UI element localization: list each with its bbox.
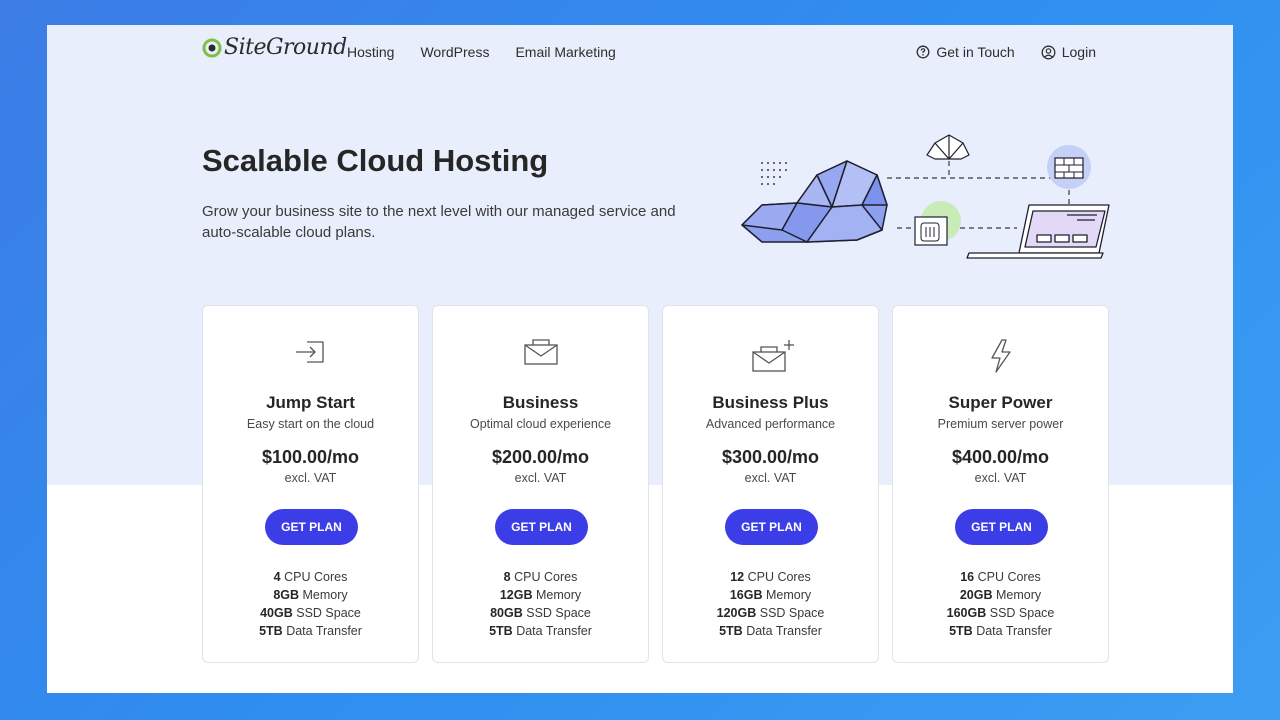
plan-tagline: Optimal cloud experience: [469, 417, 612, 431]
envelope-icon: [523, 339, 558, 365]
spec-ssd: 80GB SSD Space: [490, 606, 591, 620]
spec-transfer: 5TB Data Transfer: [719, 624, 822, 638]
firewall-icon: [1047, 145, 1091, 189]
spec-memory: 12GB Memory: [499, 588, 582, 602]
page: SiteGround Hosting WordPress Email Marke…: [47, 25, 1233, 693]
plan-card-icon-wrapper: [203, 338, 418, 372]
plan-card-business: Business Optimal cloud experience $200.0…: [432, 305, 649, 663]
plan-name: Super Power: [948, 393, 1053, 412]
plan-card-super-power: Super Power Premium server power $400.00…: [892, 305, 1109, 663]
siteground-logo[interactable]: SiteGround: [202, 35, 347, 60]
get-plan-button[interactable]: GET PLAN: [265, 509, 358, 545]
login-link[interactable]: Login: [1041, 44, 1096, 60]
user-icon: [1041, 45, 1056, 59]
small-cloud-icon: [926, 134, 970, 160]
plan-specs: 16 CPU Cores 20GB Memory 160GB SSD Space…: [893, 568, 1108, 640]
plan-tagline: Advanced performance: [705, 417, 836, 431]
plan-card-icon-wrapper: [893, 338, 1108, 373]
nav-link-wordpress[interactable]: WordPress: [420, 44, 489, 60]
spec-cpu: 12 CPU Cores: [730, 570, 811, 584]
hero-title: Scalable Cloud Hosting: [202, 143, 549, 178]
spec-ssd: 40GB SSD Space: [260, 606, 361, 620]
cloud-infrastructure-illustration: [741, 134, 1110, 259]
spec-cpu: 8 CPU Cores: [503, 570, 578, 584]
spec-transfer: 5TB Data Transfer: [489, 624, 592, 638]
spec-ssd: 120GB SSD Space: [716, 606, 825, 620]
spec-ssd: 160GB SSD Space: [946, 606, 1055, 620]
laptop-icon: [966, 204, 1110, 259]
get-plan-button[interactable]: GET PLAN: [495, 509, 588, 545]
get-plan-button[interactable]: GET PLAN: [955, 509, 1048, 545]
plan-price: $100.00/mo: [261, 447, 360, 467]
plan-vat-note: excl. VAT: [284, 471, 337, 485]
plan-price: $200.00/mo: [491, 447, 590, 467]
plan-price: $400.00/mo: [951, 447, 1050, 467]
spec-memory: 8GB Memory: [273, 588, 348, 602]
login-label: Login: [1061, 44, 1096, 60]
get-in-touch-link[interactable]: Get in Touch: [916, 44, 1015, 60]
hero-subtitle: Grow your business site to the next leve…: [202, 203, 676, 241]
plan-card-icon-wrapper: [433, 338, 648, 372]
nav-links: Hosting WordPress Email Marketing: [347, 44, 616, 60]
get-plan-button[interactable]: GET PLAN: [725, 509, 818, 545]
plan-tagline: Premium server power: [937, 417, 1064, 431]
plan-price: $300.00/mo: [721, 447, 820, 467]
big-cloud-icon: [741, 160, 888, 243]
top-nav: SiteGround Hosting WordPress Email Marke…: [47, 25, 1233, 80]
spec-memory: 16GB Memory: [729, 588, 812, 602]
nav-link-hosting[interactable]: Hosting: [347, 44, 394, 60]
plan-vat-note: excl. VAT: [744, 471, 797, 485]
nav-link-email-marketing[interactable]: Email Marketing: [515, 44, 615, 60]
plan-name: Business: [502, 393, 579, 412]
plan-vat-note: excl. VAT: [974, 471, 1027, 485]
plan-name: Jump Start: [266, 393, 355, 412]
logo-mark-icon: [202, 38, 222, 57]
spec-transfer: 5TB Data Transfer: [949, 624, 1052, 638]
arrow-into-box-icon: [295, 341, 324, 363]
plan-specs: 8 CPU Cores 12GB Memory 80GB SSD Space 5…: [433, 568, 648, 640]
plan-vat-note: excl. VAT: [514, 471, 567, 485]
plan-specs: 12 CPU Cores 16GB Memory 120GB SSD Space…: [663, 568, 878, 640]
lightning-icon: [990, 339, 1011, 373]
plan-card-icon-wrapper: [663, 338, 878, 372]
envelope-plus-icon: [751, 340, 794, 372]
question-bubble-icon: [916, 45, 930, 59]
folder-settings-icon: [914, 201, 961, 246]
plan-tagline: Easy start on the cloud: [246, 417, 375, 431]
dot-pattern: [761, 162, 787, 185]
spec-memory: 20GB Memory: [959, 588, 1042, 602]
spec-transfer: 5TB Data Transfer: [259, 624, 362, 638]
plan-cards: Jump Start Easy start on the cloud $100.…: [202, 305, 1109, 663]
plan-specs: 4 CPU Cores 8GB Memory 40GB SSD Space 5T…: [203, 568, 418, 640]
spec-cpu: 4 CPU Cores: [273, 570, 348, 584]
logo-text: SiteGround: [224, 35, 347, 60]
plan-name: Business Plus: [712, 393, 829, 412]
get-in-touch-label: Get in Touch: [936, 44, 1015, 60]
plan-card-jump-start: Jump Start Easy start on the cloud $100.…: [202, 305, 419, 663]
spec-cpu: 16 CPU Cores: [960, 570, 1041, 584]
nav-right: Get in Touch Login: [916, 44, 1096, 60]
plan-card-business-plus: Business Plus Advanced performance $300.…: [662, 305, 879, 663]
